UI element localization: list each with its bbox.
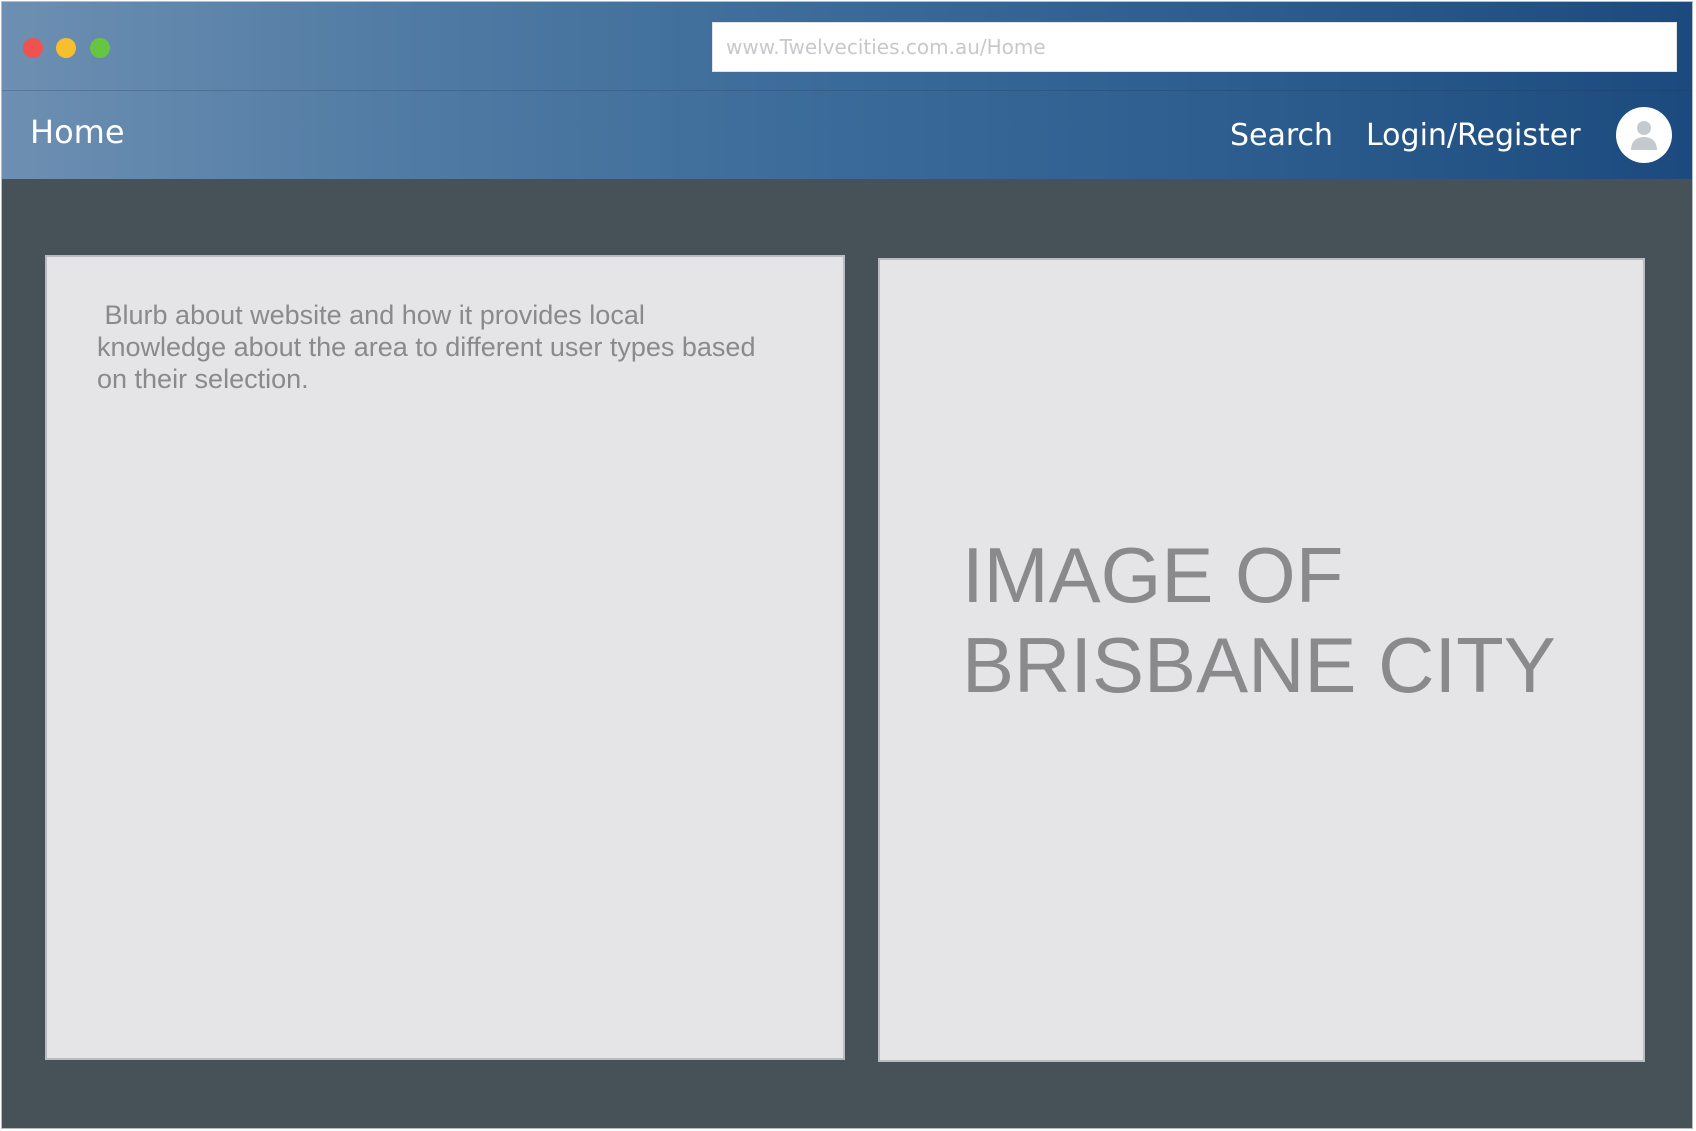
image-placeholder-line-1: IMAGE OF xyxy=(962,531,1344,619)
header-divider xyxy=(2,90,1692,91)
address-bar[interactable]: www.Twelvecities.com.au/Home xyxy=(712,22,1677,72)
nav-search-link[interactable]: Search xyxy=(1230,116,1333,156)
maximize-window-button[interactable] xyxy=(90,38,110,58)
page-header: www.Twelvecities.com.au/Home Home Search… xyxy=(2,2,1692,179)
image-placeholder-line-2: BRISBANE CITY xyxy=(962,621,1556,709)
user-avatar-icon xyxy=(1631,121,1657,150)
user-avatar-button[interactable] xyxy=(1616,107,1672,163)
blurb-panel: Blurb about website and how it provides … xyxy=(45,255,845,1060)
minimize-window-button[interactable] xyxy=(56,38,76,58)
nav-login-register-link[interactable]: Login/Register xyxy=(1366,116,1581,156)
city-image-placeholder: IMAGE OF BRISBANE CITY xyxy=(878,258,1645,1062)
site-blurb-text: Blurb about website and how it provides … xyxy=(97,300,756,394)
close-window-button[interactable] xyxy=(23,38,43,58)
image-placeholder-label: IMAGE OF BRISBANE CITY xyxy=(962,530,1622,710)
nav-home-link[interactable]: Home xyxy=(30,110,125,154)
browser-window: www.Twelvecities.com.au/Home Home Search… xyxy=(1,1,1693,1129)
